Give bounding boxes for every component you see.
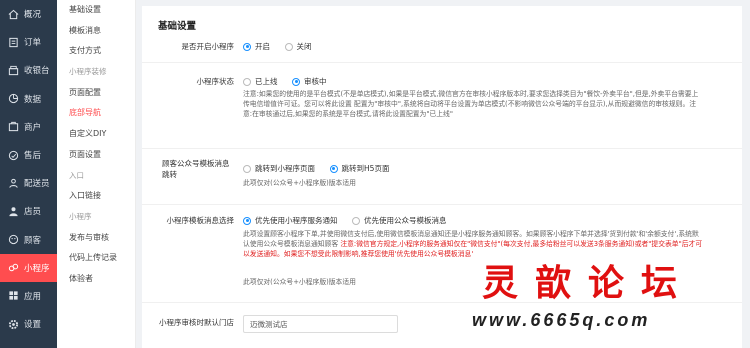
radio-dot-icon bbox=[243, 216, 251, 225]
radio-dot-icon bbox=[284, 42, 293, 51]
status-note: 注意:如果您的使用的是平台模式(不是单店模式),如果是平台模式,微信官方在审核小… bbox=[243, 90, 699, 119]
divider bbox=[142, 62, 742, 63]
jump-note: 此项仅对(公众号+小程序版)版本适用 bbox=[243, 179, 356, 187]
sub-group-header: 入口 bbox=[69, 170, 84, 180]
sub-nav-item[interactable]: 页面配置 bbox=[57, 83, 135, 104]
watermark: 灵歆论坛 www.6665q.com bbox=[472, 250, 750, 348]
status-radios: 已上线 审核中 bbox=[243, 76, 339, 88]
default-store-select[interactable]: 迈微测试店 bbox=[243, 315, 398, 333]
nav-item-label: 商户 bbox=[24, 122, 42, 133]
sub-group-header: 小程序 bbox=[69, 211, 92, 221]
nav-item-3[interactable]: 数据 bbox=[0, 85, 57, 113]
msg-mp-radio[interactable]: 优先使用公众号模板消息 bbox=[352, 215, 447, 226]
status-review-radio[interactable]: 审核中 bbox=[292, 76, 327, 87]
nav-item-4[interactable]: 商户 bbox=[0, 113, 57, 141]
sub-nav-item[interactable]: 体验者 bbox=[57, 269, 135, 290]
radio-label: 审核中 bbox=[304, 77, 327, 86]
sub-group-header: 小程序装修 bbox=[69, 67, 107, 77]
status-online-radio[interactable]: 已上线 bbox=[243, 76, 278, 87]
sub-nav-item[interactable]: 底部导航 bbox=[57, 103, 135, 124]
nav-item-label: 配送员 bbox=[24, 179, 50, 190]
radio-label: 跳转到H5页面 bbox=[341, 164, 390, 173]
sub-nav-item[interactable]: 页面设置 bbox=[57, 145, 135, 166]
nav-item-label: 售后 bbox=[24, 151, 42, 162]
divider bbox=[142, 204, 742, 205]
nav-item-label: 收银台 bbox=[24, 66, 50, 77]
nav-item-label: 顾客 bbox=[24, 235, 42, 246]
msg-mini-radio[interactable]: 优先使用小程序服务通知 bbox=[243, 215, 338, 226]
home-icon bbox=[8, 9, 19, 20]
radio-label: 关闭 bbox=[296, 42, 312, 51]
nav-item-label: 店员 bbox=[24, 207, 42, 218]
nav-item-label: 小程序 bbox=[24, 263, 50, 274]
order-icon bbox=[8, 37, 19, 48]
radio-dot-icon bbox=[243, 164, 251, 173]
radio-dot-icon bbox=[292, 77, 301, 86]
radio-label: 跳转到小程序页面 bbox=[255, 164, 315, 173]
divider bbox=[142, 148, 742, 149]
jump-label: 顾客公众号模板消息跳转 bbox=[162, 159, 230, 179]
sub-nav-item[interactable]: 代码上传记录 bbox=[57, 248, 135, 269]
msg-radios: 优先使用小程序服务通知 优先使用公众号模板消息 bbox=[243, 215, 459, 227]
page-title: 基础设置 bbox=[158, 21, 197, 32]
nav-item-label: 设置 bbox=[24, 320, 42, 331]
enable-label: 是否开启小程序 bbox=[181, 42, 235, 51]
miniprogram-icon bbox=[8, 262, 19, 273]
radio-label: 优先使用公众号模板消息 bbox=[364, 216, 447, 225]
settings-icon bbox=[8, 319, 19, 330]
radio-dot-icon bbox=[243, 42, 251, 51]
enable-off-radio[interactable]: 关闭 bbox=[284, 41, 312, 52]
main-nav: 概况订单收银台数据商户售后配送员店员顾客小程序应用设置 bbox=[0, 0, 57, 348]
nav-item-5[interactable]: 售后 bbox=[0, 141, 57, 169]
customer-icon bbox=[8, 234, 19, 245]
sub-nav: 基础设置 模板消息 支付方式小程序装修页面配置 底部导航 自定义DIY 页面设置入口入口链… bbox=[57, 0, 136, 348]
nav-item-6[interactable]: 配送员 bbox=[0, 169, 57, 197]
courier-icon bbox=[8, 178, 19, 189]
data-icon bbox=[8, 93, 19, 104]
staff-icon bbox=[8, 206, 19, 217]
aftersale-icon bbox=[8, 150, 19, 161]
apps-icon bbox=[8, 290, 19, 301]
jump-mini-radio[interactable]: 跳转到小程序页面 bbox=[243, 163, 315, 174]
watermark-url: www.6665q.com bbox=[472, 310, 651, 330]
nav-item-label: 订单 bbox=[24, 38, 42, 49]
jump-radios: 跳转到小程序页面 跳转到H5页面 bbox=[243, 163, 401, 175]
radio-dot-icon bbox=[329, 164, 338, 173]
radio-label: 优先使用小程序服务通知 bbox=[255, 216, 338, 225]
enable-on-radio[interactable]: 开启 bbox=[243, 41, 270, 52]
store-label: 小程序审核时默认门店 bbox=[159, 318, 234, 327]
nav-item-7[interactable]: 店员 bbox=[0, 197, 57, 225]
nav-item-9[interactable]: 小程序 bbox=[0, 253, 57, 282]
radio-label: 开启 bbox=[255, 42, 270, 51]
status-label: 小程序状态 bbox=[196, 77, 235, 86]
enable-radios: 开启 关闭 bbox=[243, 41, 324, 53]
msg-label: 小程序模板消息选择 bbox=[166, 216, 235, 225]
radio-dot-icon bbox=[352, 216, 361, 225]
sub-nav-item[interactable]: 入口链接 bbox=[57, 186, 135, 207]
nav-item-11[interactable]: 设置 bbox=[0, 310, 57, 338]
nav-item-label: 概况 bbox=[24, 10, 42, 21]
radio-dot-icon bbox=[243, 77, 251, 86]
sub-nav-item[interactable]: 发布与审核 bbox=[57, 228, 135, 249]
sub-nav-item[interactable]: 模板消息 bbox=[57, 21, 135, 42]
nav-item-0[interactable]: 概况 bbox=[0, 0, 57, 28]
nav-item-label: 数据 bbox=[24, 94, 42, 105]
merchant-icon bbox=[8, 121, 19, 132]
nav-item-label: 应用 bbox=[24, 291, 42, 302]
sub-nav-item[interactable]: 支付方式 bbox=[57, 41, 135, 62]
nav-item-8[interactable]: 顾客 bbox=[0, 226, 57, 254]
cashier-icon bbox=[8, 65, 19, 76]
watermark-title: 灵歆论坛 bbox=[482, 262, 695, 304]
nav-item-1[interactable]: 订单 bbox=[0, 28, 57, 56]
sub-nav-item[interactable]: 基础设置 bbox=[57, 0, 135, 21]
sub-nav-item[interactable]: 自定义DIY bbox=[57, 124, 135, 145]
nav-item-10[interactable]: 应用 bbox=[0, 282, 57, 310]
jump-h5-radio[interactable]: 跳转到H5页面 bbox=[329, 163, 390, 174]
nav-item-2[interactable]: 收银台 bbox=[0, 56, 57, 84]
radio-label: 已上线 bbox=[255, 77, 278, 86]
